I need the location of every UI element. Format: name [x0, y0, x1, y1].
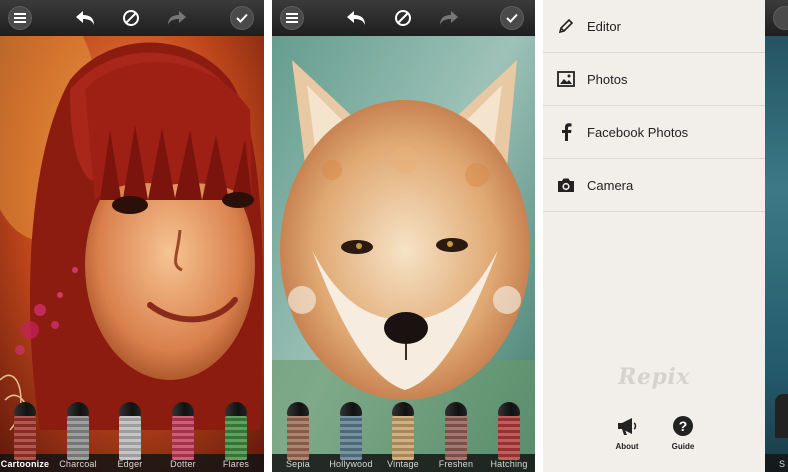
- undo-button[interactable]: [72, 5, 98, 31]
- menu-item-camera[interactable]: Camera: [543, 159, 765, 212]
- brush-cartoonize[interactable]: [14, 402, 36, 460]
- brush-label: Hatching: [490, 459, 528, 469]
- compare-button[interactable]: [118, 5, 144, 31]
- menu-item-label: Camera: [587, 177, 634, 193]
- camera-icon: [557, 176, 575, 194]
- undo-icon: [76, 11, 94, 25]
- menu-item-editor[interactable]: Editor: [543, 0, 765, 53]
- compare-button[interactable]: [390, 5, 416, 31]
- brush-body: [14, 416, 36, 460]
- undo-button[interactable]: [343, 5, 369, 31]
- editor-toolbar: [272, 0, 535, 36]
- brush-label: Freshen: [438, 459, 474, 469]
- check-icon: [236, 13, 248, 23]
- brush-freshen[interactable]: [445, 402, 467, 460]
- menu-item-label: Editor: [587, 18, 621, 34]
- brush-cap: [392, 402, 414, 416]
- brush-edger[interactable]: [119, 402, 141, 460]
- facebook-icon: [557, 123, 575, 141]
- brush-label: Vintage: [387, 459, 419, 469]
- brush-cap: [67, 402, 89, 416]
- menu-button[interactable]: [280, 6, 304, 30]
- menu-icon: [14, 13, 26, 23]
- redo-icon: [440, 11, 458, 25]
- about-label: About: [615, 442, 639, 451]
- brush-cap: [498, 402, 520, 416]
- pencil-icon: [557, 17, 575, 35]
- editor-toolbar: [765, 0, 788, 36]
- screen-edge: S: [765, 0, 788, 472]
- menu-item-label: Facebook Photos: [587, 124, 689, 140]
- help-icon: ?: [673, 416, 693, 436]
- check-icon: [506, 13, 518, 23]
- menu-item-photos[interactable]: Photos: [543, 53, 765, 106]
- side-menu: Editor Photos Facebook Photos Camera Rep…: [543, 0, 765, 472]
- brush-label: Hollywood: [329, 459, 373, 469]
- brush-hollywood[interactable]: [340, 402, 362, 460]
- brush-label: Charcoal: [59, 459, 97, 469]
- brush-cap: [287, 402, 309, 416]
- brush-flares[interactable]: [225, 402, 247, 460]
- brush-charcoal[interactable]: [67, 402, 89, 460]
- compare-icon: [123, 10, 139, 26]
- menu-item-label: Photos: [587, 71, 628, 87]
- brush-cap: [119, 402, 141, 416]
- brush-label: Edger: [117, 459, 143, 469]
- megaphone-icon: [618, 418, 637, 435]
- brush-body: [225, 416, 247, 460]
- brush-cap: [172, 402, 194, 416]
- brush-cap: [225, 402, 247, 416]
- app-logo: Repix: [618, 364, 690, 390]
- guide-label: Guide: [671, 442, 695, 451]
- about-button[interactable]: About: [607, 416, 647, 451]
- brush-body: [445, 416, 467, 460]
- guide-button[interactable]: ? Guide: [663, 416, 703, 451]
- brush-item[interactable]: [775, 394, 788, 438]
- confirm-button[interactable]: [500, 6, 524, 30]
- brush-cap: [340, 402, 362, 416]
- undo-icon: [347, 11, 365, 25]
- redo-button[interactable]: [164, 5, 190, 31]
- brush-body: [340, 416, 362, 460]
- menu-button[interactable]: [8, 6, 32, 30]
- brush-dotter[interactable]: [172, 402, 194, 460]
- panel-divider: [535, 0, 543, 472]
- menu-item-facebook-photos[interactable]: Facebook Photos: [543, 106, 765, 159]
- brush-body: [287, 416, 309, 460]
- brush-body: [172, 416, 194, 460]
- brush-body: [498, 416, 520, 460]
- brush-body: [119, 416, 141, 460]
- brush-label: Sepia: [285, 459, 311, 469]
- redo-button[interactable]: [436, 5, 462, 31]
- screen-cartoonize: Cartoonize Charcoal Edger Dotter Flares: [0, 0, 264, 472]
- brush-label: Dotter: [170, 459, 196, 469]
- editor-toolbar: [0, 0, 264, 36]
- menu-button[interactable]: [773, 6, 788, 30]
- brush-hatching[interactable]: [498, 402, 520, 460]
- brush-cap: [445, 402, 467, 416]
- brush-vintage[interactable]: [392, 402, 414, 460]
- brush-sepia[interactable]: [287, 402, 309, 460]
- confirm-button[interactable]: [230, 6, 254, 30]
- screen-fox: Sepia Hollywood Vintage Freshen Hatching: [272, 0, 535, 472]
- compare-icon: [395, 10, 411, 26]
- redo-icon: [168, 11, 186, 25]
- brush-cap: [14, 402, 36, 416]
- svg-text:?: ?: [679, 418, 688, 434]
- brush-label: Cartoonize: [0, 459, 50, 469]
- brush-label: Flares: [222, 459, 250, 469]
- brush-body: [67, 416, 89, 460]
- image-icon: [557, 70, 575, 88]
- brush-label: S: [779, 459, 786, 469]
- panel-divider: [264, 0, 272, 472]
- brush-body: [392, 416, 414, 460]
- menu-icon: [286, 13, 298, 23]
